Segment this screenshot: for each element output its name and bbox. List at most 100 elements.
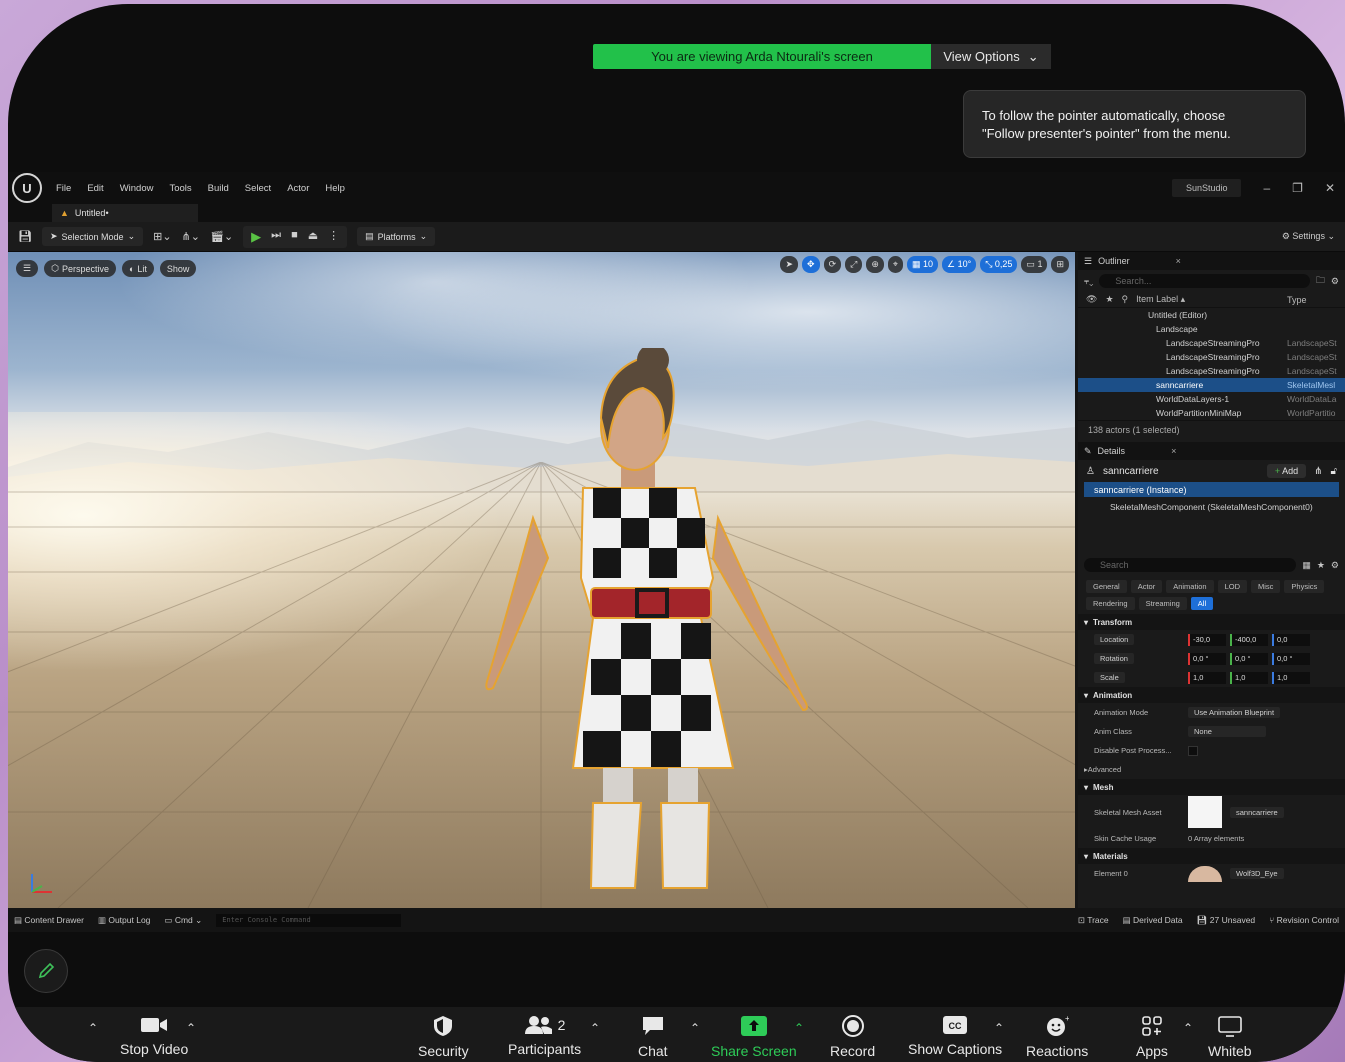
close-icon[interactable]: ✕ <box>1325 181 1335 195</box>
settings-button[interactable]: ⚙ Settings ⌄ <box>1282 231 1335 242</box>
reactions-button[interactable]: + Reactions <box>1026 1015 1088 1059</box>
derived-data-button[interactable]: ▤ Derived Data <box>1123 915 1183 926</box>
star-icon[interactable]: ★ <box>1105 294 1113 305</box>
scale-tool-icon[interactable]: ⤢ <box>845 256 863 273</box>
location-dropdown[interactable]: Location <box>1094 634 1135 645</box>
list-item[interactable]: WorldPartitionMiniMap WorldPartitio <box>1078 406 1345 420</box>
folder-add-icon[interactable]: 🗀︎ <box>1316 273 1325 289</box>
outliner-search-input[interactable]: Search... <box>1099 274 1310 288</box>
eject-icon[interactable]: ⏏ <box>308 229 318 245</box>
menu-actor[interactable]: Actor <box>287 183 309 194</box>
move-tool-icon[interactable]: ✥ <box>802 256 820 273</box>
list-item[interactable]: Landscape <box>1078 322 1345 336</box>
annotate-button[interactable] <box>24 949 68 993</box>
column-item-label[interactable]: Item Label ▴ <box>1136 294 1185 305</box>
save-icon[interactable]: 💾︎ <box>18 230 32 243</box>
add-component-button[interactable]: + Add <box>1266 464 1307 478</box>
scale-snap-button[interactable]: ⤡ 0,25 <box>980 256 1018 273</box>
play-icon[interactable]: ▶ <box>251 229 261 245</box>
share-screen-button[interactable]: Share Screen <box>711 1015 797 1059</box>
menu-help[interactable]: Help <box>325 183 345 194</box>
list-item[interactable]: LandscapeStreamingPro LandscapeSt <box>1078 364 1345 378</box>
eye-icon[interactable]: 👁︎ <box>1086 294 1097 305</box>
mesh-section[interactable]: ▾ Mesh <box>1078 779 1345 795</box>
transform-section[interactable]: ▾ Transform <box>1078 614 1345 630</box>
advanced-row[interactable]: ▸ Advanced <box>1078 760 1345 779</box>
mesh-asset-dropdown[interactable]: sanncarriere <box>1230 806 1284 818</box>
blueprint-icon[interactable]: ⋔ <box>1314 466 1322 477</box>
show-button[interactable]: Show <box>159 260 197 277</box>
rotation-z[interactable]: 0,0 ° <box>1272 652 1310 665</box>
rotation-x[interactable]: 0,0 ° <box>1188 652 1226 665</box>
material-dropdown[interactable]: Wolf3D_Eye <box>1230 868 1284 879</box>
cinematics-icon[interactable]: 🎬︎⌄ <box>210 230 233 243</box>
trace-button[interactable]: ⊡ Trace <box>1078 915 1109 926</box>
lock-icon[interactable]: 🔓︎ <box>1331 466 1337 477</box>
stop-icon[interactable]: ■ <box>291 229 298 245</box>
filter-general[interactable]: General <box>1086 580 1127 593</box>
stop-video-button[interactable]: Stop Video <box>120 1015 188 1057</box>
filter-animation[interactable]: Animation <box>1166 580 1214 593</box>
security-button[interactable]: Security <box>418 1015 469 1059</box>
list-item-selected[interactable]: sanncarriere SkeletalMesl <box>1078 378 1345 392</box>
list-item[interactable]: LandscapeStreamingPro LandscapeSt <box>1078 350 1345 364</box>
menu-window[interactable]: Window <box>120 183 154 194</box>
restore-icon[interactable]: ❐ <box>1292 181 1303 195</box>
filter-misc[interactable]: Misc <box>1250 580 1281 593</box>
filter-physics[interactable]: Physics <box>1284 580 1325 593</box>
rotation-y[interactable]: 0,0 ° <box>1230 652 1268 665</box>
anim-class-dropdown[interactable]: None <box>1188 726 1266 737</box>
add-content-icon[interactable]: ⊞⌄ <box>153 230 171 243</box>
unsaved-button[interactable]: 💾︎ 27 Unsaved <box>1197 915 1256 926</box>
character-model[interactable] <box>463 348 823 908</box>
grid-snap-button[interactable]: ▦ 10 <box>906 256 938 273</box>
chevron-up-icon[interactable]: ⌃ <box>794 1021 804 1035</box>
lit-button[interactable]: ◐ Lit <box>121 260 154 277</box>
platforms-dropdown[interactable]: ▤ Platforms ⌄ <box>357 227 436 246</box>
star-icon[interactable]: ★ <box>1317 560 1325 571</box>
rotation-dropdown[interactable]: Rotation <box>1094 653 1134 664</box>
unreal-logo-icon[interactable]: U <box>12 173 42 203</box>
chevron-up-icon[interactable]: ⌃ <box>590 1021 600 1035</box>
rotate-tool-icon[interactable]: ⟳ <box>823 256 842 273</box>
blueprint-icon[interactable]: ⋔⌄ <box>182 230 200 243</box>
selection-mode-dropdown[interactable]: ➤ Selection Mode ⌄ <box>41 227 144 246</box>
content-drawer-button[interactable]: ▤ Content Drawer <box>14 915 84 926</box>
perspective-button[interactable]: ⬡ Perspective <box>44 260 116 277</box>
select-tool-icon[interactable]: ➤ <box>780 256 799 273</box>
camera-speed-button[interactable]: ▭ 1 <box>1021 256 1048 273</box>
chevron-up-icon[interactable]: ⌃ <box>186 1021 196 1035</box>
minimize-icon[interactable]: – <box>1263 181 1270 195</box>
level-viewport[interactable]: ☰ ⬡ Perspective ◐ Lit Show ➤ ✥ ⟳ ⤢ ⊕ ⌖ ▦… <box>8 252 1075 908</box>
filter-rendering[interactable]: Rendering <box>1086 597 1135 610</box>
menu-tools[interactable]: Tools <box>169 183 191 194</box>
material-thumbnail[interactable] <box>1188 865 1222 882</box>
component-row[interactable]: SkeletalMeshComponent (SkeletalMeshCompo… <box>1084 499 1339 514</box>
show-captions-button[interactable]: CC Show Captions <box>908 1015 1002 1057</box>
chat-button[interactable]: Chat <box>638 1015 668 1059</box>
animation-section[interactable]: ▾ Animation <box>1078 687 1345 703</box>
grid-view-icon[interactable]: ▦ <box>1302 560 1311 571</box>
viewport-layout-icon[interactable]: ⊞ <box>1051 256 1069 273</box>
gear-icon[interactable]: ⚙ <box>1331 276 1339 287</box>
list-item[interactable]: WorldDataLayers-1 WorldDataLa <box>1078 392 1345 406</box>
cmd-dropdown[interactable]: ▭ Cmd ⌄ <box>164 915 202 926</box>
disable-post-checkbox[interactable] <box>1188 745 1198 756</box>
scale-dropdown[interactable]: Scale <box>1094 672 1125 683</box>
filter-actor[interactable]: Actor <box>1130 580 1163 593</box>
filter-all[interactable]: All <box>1190 597 1214 610</box>
location-z[interactable]: 0,0 <box>1272 633 1310 646</box>
pin-icon[interactable]: ⚲ <box>1122 294 1129 305</box>
location-x[interactable]: -30,0 <box>1188 633 1226 646</box>
output-log-button[interactable]: ▥ Output Log <box>98 915 150 926</box>
list-item[interactable]: Untitled (Editor) <box>1078 308 1345 322</box>
step-icon[interactable]: ⏭ <box>271 229 281 245</box>
rotation-snap-button[interactable]: ∠ 10° <box>941 256 977 273</box>
scale-z[interactable]: 1,0 <box>1272 671 1310 684</box>
column-type[interactable]: Type <box>1287 295 1345 305</box>
menu-build[interactable]: Build <box>208 183 229 194</box>
view-options-button[interactable]: View Options ⌄ <box>931 44 1051 69</box>
viewport-menu-icon[interactable]: ☰ <box>16 260 39 277</box>
gear-icon[interactable]: ⚙ <box>1331 560 1339 571</box>
surface-snap-icon[interactable]: ⌖ <box>887 256 903 273</box>
